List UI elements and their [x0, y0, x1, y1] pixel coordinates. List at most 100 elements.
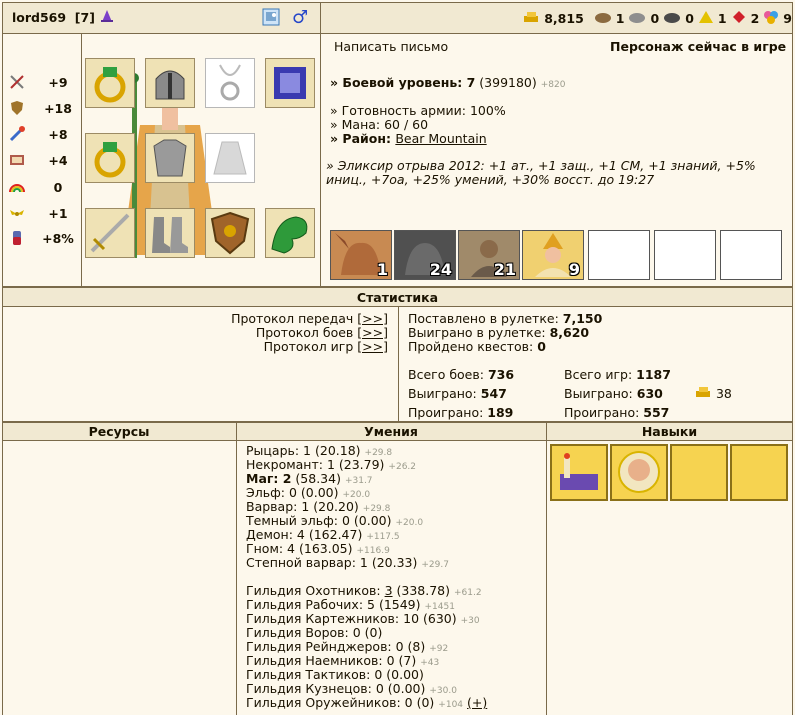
- skills-title: Умения: [364, 424, 418, 439]
- equip-slot-weapon[interactable]: [85, 208, 135, 258]
- battles-lost: Проиграно: 189: [408, 405, 514, 420]
- equip-slot-boots[interactable]: [145, 208, 195, 258]
- protocol-battles: Протокол боев [>>]: [255, 325, 388, 340]
- equip-slot-amulet[interactable]: [205, 58, 255, 108]
- stat-spellpower: +8: [8, 124, 68, 144]
- faction-dwarf: Гном: 4 (163.05) +116.9: [246, 541, 390, 557]
- armor-icon: [153, 139, 187, 177]
- player-nick[interactable]: lord569 [7]: [12, 10, 95, 25]
- army-slot-empty[interactable]: [654, 230, 716, 280]
- resource-bar: 8,815 1 0 0 1 2 9: [520, 9, 792, 27]
- guild-armorers-plus[interactable]: (+): [467, 695, 487, 710]
- games-gold: 38: [694, 386, 732, 401]
- equip-slot-armor[interactable]: [145, 133, 195, 183]
- statistics-title: Статистика: [356, 290, 439, 305]
- region-link[interactable]: Bear Mountain: [395, 131, 486, 146]
- guild-hunters: Гильдия Охотников: 3 (338.78) +61.2: [246, 583, 482, 599]
- region: » Район: Bear Mountain: [330, 131, 487, 146]
- faction-knight: Рыцарь: 1 (20.18) +29.8: [246, 443, 393, 459]
- army-slot-empty[interactable]: [588, 230, 650, 280]
- games-won: Выиграно: 630: [564, 386, 663, 401]
- faction-necromancer: Некромант: 1 (23.79) +26.2: [246, 457, 417, 473]
- online-status: Персонаж сейчас в игре: [610, 39, 787, 54]
- gems-value: 9: [783, 10, 792, 26]
- stat-morale: +1: [8, 203, 68, 223]
- stat-value: +4: [48, 152, 68, 168]
- gold-icon: [696, 387, 710, 397]
- equip-slot-ring-2[interactable]: [85, 133, 135, 183]
- army-ready: » Готовность армии: 100%: [330, 103, 506, 118]
- perks-title: Навыки: [641, 424, 698, 439]
- faction-barbarian: Варвар: 1 (20.20) +29.8: [246, 499, 391, 515]
- spellbook-icon: [274, 67, 306, 99]
- stat-initiative: +8%: [8, 228, 74, 248]
- scroll-icon: [560, 453, 598, 490]
- player-level: [7]: [74, 10, 95, 25]
- faction-mage: Маг: 2 (58.34) +31.7: [246, 471, 373, 487]
- crystal-icon: [731, 10, 747, 27]
- army-slot[interactable]: 9: [522, 230, 584, 280]
- guild-thieves: Гильдия Воров: 0 (0): [246, 625, 383, 640]
- stat-value: +8: [48, 126, 68, 142]
- stat-value: 0: [53, 179, 63, 195]
- stat-value: +8%: [42, 230, 74, 246]
- equip-slot-ring-1[interactable]: [85, 58, 135, 108]
- mage-hat-icon: [100, 9, 114, 26]
- guild-tacticians: Гильдия Тактиков: 0 (0.00): [246, 667, 424, 682]
- army-slot-empty[interactable]: [720, 230, 782, 280]
- faction-demon: Демон: 4 (162.47) +117.5: [246, 527, 400, 543]
- faction-elf: Эльф: 0 (0.00) +20.0: [246, 485, 371, 501]
- guild-mercenaries: Гильдия Наемников: 0 (7) +43: [246, 653, 440, 669]
- equip-slot-helmet[interactable]: [145, 58, 195, 108]
- sword-icon: [10, 75, 24, 89]
- equip-slot-cloak[interactable]: [205, 133, 255, 183]
- perk-slot-empty[interactable]: [670, 444, 728, 501]
- mercury-value: 0: [685, 10, 694, 26]
- dragon-icon: [271, 216, 308, 254]
- equip-slot-pet[interactable]: [265, 208, 315, 258]
- stat-value: +9: [48, 74, 68, 90]
- guild-workers: Гильдия Рабочих: 5 (1549) +1451: [246, 597, 455, 613]
- gems-icon: [763, 10, 779, 27]
- photo-icon[interactable]: [262, 7, 282, 30]
- potion-icon: [13, 231, 21, 245]
- perk-slot[interactable]: [550, 444, 608, 501]
- write-letter-link[interactable]: Написать письмо: [334, 39, 448, 54]
- equip-slot-shield[interactable]: [205, 208, 255, 258]
- wings-icon: [10, 210, 24, 216]
- shield-icon: [11, 101, 23, 115]
- stat-attack: +9: [8, 72, 68, 92]
- stat-luck: 0: [8, 177, 62, 197]
- stat-defense: +18: [8, 98, 72, 118]
- statistics-divider: [398, 306, 399, 422]
- battles-total: Всего боев: 736: [408, 367, 515, 382]
- book-icon: [10, 155, 24, 165]
- wood-value: 1: [615, 10, 625, 26]
- stat-value: +1: [48, 205, 68, 221]
- perk-slot[interactable]: [610, 444, 668, 501]
- protocol-games: Протокол игр [>>]: [263, 339, 388, 354]
- guild-hunters-level[interactable]: 3: [385, 583, 393, 598]
- faction-dark-elf: Темный эльф: 0 (0.00) +20.0: [246, 513, 424, 529]
- roulette-bet: Поставлено в рулетке: 7,150: [408, 311, 603, 326]
- guild-smiths: Гильдия Кузнецов: 0 (0.00) +30.0: [246, 681, 457, 697]
- helmet-icon: [155, 70, 185, 100]
- army-slot[interactable]: 1: [330, 230, 392, 280]
- ore-value: 0: [650, 10, 660, 26]
- army-slot[interactable]: 21: [458, 230, 520, 280]
- boots-icon: [152, 217, 188, 253]
- wood-icon: [594, 10, 612, 27]
- stat-value: +18: [44, 100, 72, 116]
- protocol-battles-link[interactable]: [>>]: [357, 325, 388, 340]
- wand-icon: [9, 126, 25, 142]
- guild-armorers: Гильдия Оружейников: 0 (0) +104 (+): [246, 695, 488, 711]
- shield-icon: [210, 211, 250, 255]
- protocol-transfers-link[interactable]: [>>]: [357, 311, 388, 326]
- battles-won: Выиграно: 547: [408, 386, 507, 401]
- guild-gamblers: Гильдия Картежников: 10 (630) +30: [246, 611, 480, 627]
- perk-slot-empty[interactable]: [730, 444, 788, 501]
- protocol-games-link[interactable]: [>>]: [357, 339, 388, 354]
- equip-slot-spellbook[interactable]: [265, 58, 315, 108]
- army-slot[interactable]: 24: [394, 230, 456, 280]
- header-divider: [320, 2, 321, 34]
